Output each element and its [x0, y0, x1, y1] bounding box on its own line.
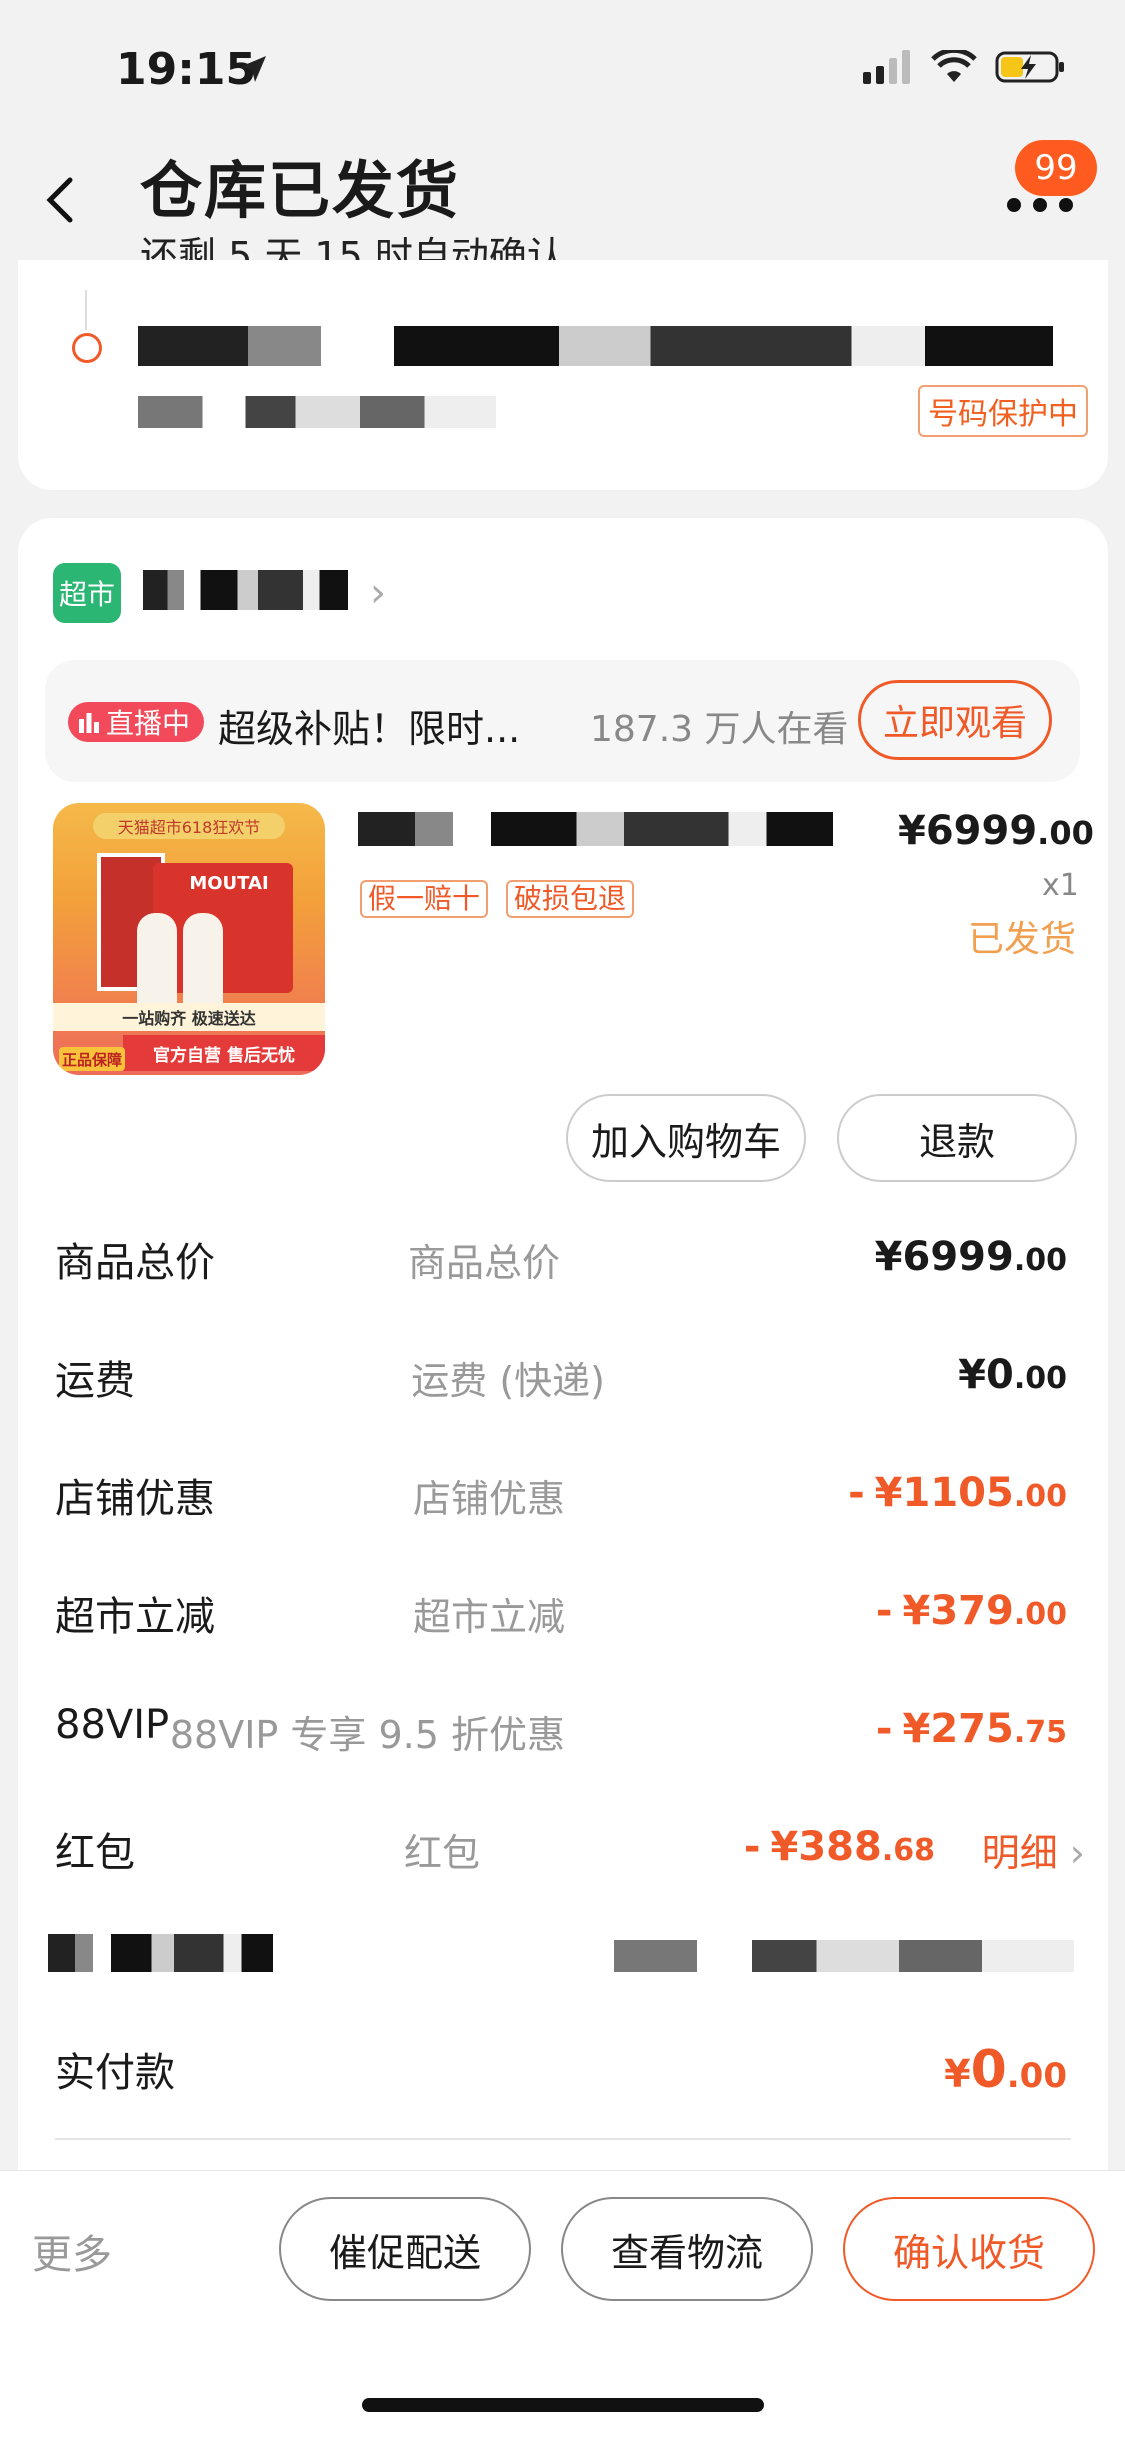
amount-int: 0	[986, 1352, 1014, 1398]
product-status: 已发货	[968, 919, 1077, 960]
number-protection-tag: 号码保护中	[918, 385, 1088, 437]
summary-desc: 店铺优惠	[412, 1477, 565, 1521]
summary-label: 店铺优惠	[55, 1476, 215, 1522]
summary-amount: - ¥275.75	[876, 1706, 1067, 1752]
live-bars-icon	[79, 713, 99, 733]
product-quantity: x1	[1042, 868, 1079, 903]
summary-amount: - ¥1105.00	[848, 1470, 1067, 1516]
status-icons	[863, 50, 1065, 84]
amount-sign: -	[848, 1470, 865, 1516]
amount-int: 379	[930, 1588, 1014, 1634]
summary-desc: 超市立减	[412, 1595, 565, 1639]
live-tag: 直播中	[68, 702, 205, 742]
status-time: 19:15	[116, 44, 257, 95]
redacted-address-line1	[138, 326, 1053, 366]
paid-amount: ¥0.00	[944, 2040, 1067, 2100]
battery-icon	[995, 51, 1064, 83]
summary-amount: - ¥388.68	[744, 1824, 935, 1870]
amount-sym: ¥	[770, 1824, 799, 1870]
tag-damage-return: 破损包退	[506, 880, 635, 918]
details-link[interactable]: 明细 ›	[982, 1822, 1085, 1877]
redacted-store-name[interactable]	[143, 570, 348, 610]
amount-sign: -	[875, 1588, 893, 1634]
home-indicator	[362, 2398, 764, 2412]
message-badge: 99	[1015, 140, 1097, 196]
store-logo: 超市	[53, 563, 121, 623]
summary-desc: 88VIP 专享 9.5 折优惠	[169, 1713, 565, 1757]
add-to-cart-button[interactable]: 加入购物车	[566, 1094, 806, 1182]
back-button[interactable]	[40, 170, 90, 230]
chevron-right-icon: ›	[1057, 1831, 1085, 1875]
amount-sym: ¥	[874, 1234, 903, 1280]
summary-label: 超市立减	[55, 1594, 215, 1640]
amount-sym: ¥	[874, 1470, 903, 1516]
summary-amount: - ¥379.00	[876, 1588, 1067, 1634]
live-tag-label: 直播中	[106, 707, 191, 740]
paid-int: 0	[970, 2040, 1007, 2100]
amount-sign: -	[743, 1824, 761, 1870]
summary-desc: 红包	[403, 1831, 480, 1875]
amount-int: 275	[930, 1706, 1014, 1752]
refund-button[interactable]: 退款	[837, 1094, 1077, 1182]
amount-sym: ¥	[902, 1588, 931, 1634]
summary-desc: 商品总价	[407, 1241, 560, 1285]
product-price: ¥6999.00	[898, 808, 1094, 854]
paid-dec: .00	[1006, 2056, 1067, 2096]
amount-sym: ¥	[902, 1706, 931, 1752]
live-title: 超级补贴！限时...	[218, 707, 521, 751]
amount-int: 388	[798, 1824, 882, 1870]
page-title: 仓库已发货	[140, 154, 461, 227]
product-promo-2: 官方自营 售后无忧	[123, 1035, 325, 1071]
paid-symbol: ¥	[944, 2052, 971, 2096]
product-image-banner: 天猫超市618狂欢节	[93, 813, 285, 839]
location-icon	[238, 54, 268, 88]
address-card[interactable]	[18, 260, 1108, 490]
summary-label: 88VIP	[55, 1702, 170, 1748]
amount-dec: .00	[1013, 1479, 1067, 1514]
summary-desc: 运费 (快递)	[411, 1359, 605, 1403]
watch-now-button[interactable]: 立即观看	[858, 680, 1052, 760]
confirm-receipt-button[interactable]: 确认收货	[843, 2197, 1095, 2301]
summary-amount: ¥0.00	[958, 1352, 1067, 1398]
amount-dec: .00	[1013, 1597, 1067, 1632]
summary-label: 商品总价	[55, 1240, 215, 1286]
wifi-icon	[931, 50, 977, 82]
summary-label: 红包	[55, 1830, 135, 1876]
summary-amount: ¥6999.00	[875, 1234, 1067, 1280]
chevron-left-icon	[46, 177, 73, 223]
product-guarantee-tag: 正品保障	[59, 1047, 125, 1071]
view-logistics-button[interactable]: 查看物流	[561, 2197, 813, 2301]
live-viewer-count: 187.3 万人在看	[590, 709, 849, 750]
price-symbol: ¥	[898, 808, 926, 854]
redacted-row-value	[614, 1940, 1074, 1972]
urge-delivery-button[interactable]: 催促配送	[279, 2197, 531, 2301]
price-int: 6999	[925, 808, 1038, 854]
amount-dec: .00	[1013, 1243, 1067, 1278]
amount-dec: .75	[1013, 1715, 1067, 1750]
amount-sym: ¥	[958, 1352, 986, 1398]
amount-int: 6999	[902, 1234, 1014, 1280]
amount-dec: .68	[881, 1833, 935, 1868]
redacted-address-line2	[138, 396, 496, 428]
amount-int: 1105	[902, 1470, 1014, 1516]
timeline-dot	[72, 333, 102, 363]
price-dec: .00	[1037, 814, 1094, 852]
divider	[55, 2138, 1071, 2140]
signal-icon	[863, 50, 910, 84]
chevron-right-icon[interactable]: ›	[370, 570, 386, 616]
product-promo-1: 一站购齐 极速送达	[53, 1003, 325, 1031]
summary-label: 运费	[55, 1358, 135, 1404]
amount-dec: .00	[1013, 1361, 1067, 1396]
paid-label: 实付款	[55, 2050, 175, 2096]
tag-fake-pays-ten: 假一赔十	[360, 880, 489, 918]
product-image[interactable]: 天猫超市618狂欢节 MOUTAI 一站购齐 极速送达 官方自营 售后无忧 正品…	[53, 803, 325, 1075]
redacted-row-label	[48, 1934, 273, 1972]
details-link-label: 明细	[981, 1831, 1058, 1875]
timeline-line	[85, 290, 87, 330]
redacted-product-title[interactable]	[358, 812, 833, 846]
amount-sign: -	[875, 1706, 893, 1752]
more-link[interactable]: 更多	[32, 2222, 112, 2280]
product-brand-text: MOUTAI	[189, 873, 269, 894]
